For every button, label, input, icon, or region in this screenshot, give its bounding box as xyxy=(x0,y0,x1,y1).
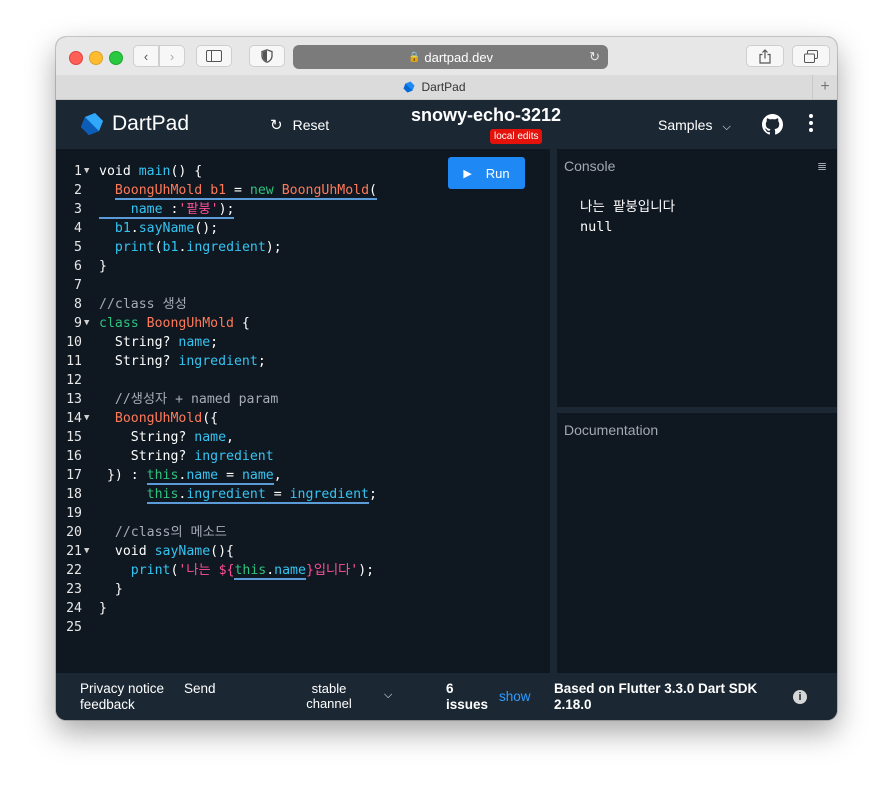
console-title: Console xyxy=(564,158,616,174)
code-line: print(b1.ingredient); xyxy=(114,240,282,255)
channel-label-line2: channel xyxy=(306,696,352,711)
privacy-shield-button[interactable] xyxy=(249,45,285,67)
more-options-icon[interactable] xyxy=(808,114,814,135)
github-icon xyxy=(762,114,783,135)
code-line: } xyxy=(99,601,107,616)
reset-label: Reset xyxy=(292,117,330,133)
zoom-window-button[interactable] xyxy=(109,51,123,65)
dartpad-logo[interactable]: DartPad xyxy=(80,112,189,136)
sdk-version-line2: 2.18.0 xyxy=(554,697,592,712)
tabs-icon xyxy=(804,49,818,63)
code-line: }) : this.name = name, xyxy=(99,468,282,485)
code-line: //class 생성 xyxy=(99,297,187,312)
project-title: snowy-echo-3212 xyxy=(410,105,562,125)
gutter-row: 25 xyxy=(56,618,550,637)
code-line: this.ingredient = ingredient; xyxy=(146,487,377,504)
code-line: String? name; xyxy=(99,335,219,350)
back-button[interactable]: ‹ xyxy=(133,45,159,67)
tab-bar: DartPad + xyxy=(56,75,837,100)
code-line: //class의 메소드 xyxy=(99,525,227,540)
gutter-row: 12 xyxy=(56,371,550,390)
code-line: String? name, xyxy=(99,430,234,445)
code-line: BoongUhMold({ xyxy=(114,411,219,426)
documentation-panel: Documentation xyxy=(557,413,837,673)
code-line: String? ingredient xyxy=(99,449,274,464)
code-line: class BoongUhMold { xyxy=(99,316,250,331)
share-icon xyxy=(759,48,771,64)
gutter-row: 19 xyxy=(56,504,550,523)
channel-label-line1: stable xyxy=(311,681,347,696)
code-line: //생성자 + named param xyxy=(99,392,279,407)
feedback-link-label[interactable]: feedback xyxy=(80,697,135,713)
code-line: void sayName(){ xyxy=(99,544,234,559)
line-number: 7 xyxy=(74,278,82,293)
issues-count: 6 xyxy=(446,681,454,696)
privacy-notice-link[interactable]: Privacy notice xyxy=(80,681,164,697)
reset-button[interactable]: ↻ Reset xyxy=(270,116,329,134)
address-text: dartpad.dev xyxy=(424,49,494,65)
close-window-button[interactable] xyxy=(69,51,83,65)
app-header: DartPad ↻ Reset snowy-echo-3212 local ed… xyxy=(56,100,837,149)
browser-window: ‹ › 🔒 dartpad.dev ↻ DartPad + DartPad ↻ … xyxy=(56,37,837,720)
info-icon[interactable]: i xyxy=(793,690,807,704)
samples-dropdown[interactable]: Samples ⌵ xyxy=(658,117,731,134)
channel-selector[interactable]: stable channel xyxy=(304,681,354,711)
code-line: String? ingredient; xyxy=(99,354,266,369)
tab-title: DartPad xyxy=(421,80,466,94)
code-line: name :'팥붕'); xyxy=(56,200,550,219)
chevron-down-icon: ⌵ xyxy=(722,121,731,133)
code-line: } xyxy=(99,582,123,597)
new-tab-button[interactable]: + xyxy=(812,75,837,99)
code-line: } xyxy=(99,259,107,274)
sidebar-toggle-button[interactable] xyxy=(196,45,232,67)
line-number: 12 xyxy=(66,373,82,388)
reload-icon[interactable]: ↻ xyxy=(589,49,600,65)
run-button[interactable]: ▶ Run xyxy=(448,157,525,189)
dart-favicon-icon xyxy=(403,81,415,93)
issues-label: issues xyxy=(446,697,489,712)
console-output: 나는 팥붕입니다 null xyxy=(580,199,676,235)
browser-toolbar: ‹ › 🔒 dartpad.dev ↻ xyxy=(56,37,837,76)
documentation-title: Documentation xyxy=(564,422,659,438)
forward-button[interactable]: › xyxy=(159,45,185,67)
clear-console-icon[interactable]: ≣ xyxy=(817,159,827,173)
vertical-splitter[interactable] xyxy=(550,149,557,673)
line-number: 19 xyxy=(66,506,82,521)
tab-dartpad[interactable]: DartPad xyxy=(56,75,813,99)
show-issues-button[interactable]: show xyxy=(499,689,531,705)
samples-label: Samples xyxy=(658,117,713,133)
sidebar-icon xyxy=(206,50,222,62)
shield-icon xyxy=(261,49,273,63)
address-bar[interactable]: 🔒 dartpad.dev ↻ xyxy=(293,45,608,69)
logo-text: DartPad xyxy=(112,112,190,135)
code-line: print('나는 ${this.name}입니다'); xyxy=(130,563,375,580)
chevron-right-icon: › xyxy=(169,48,175,64)
tabs-overview-button[interactable] xyxy=(792,45,830,67)
local-edits-badge: local edits xyxy=(490,129,543,144)
dart-logo-icon xyxy=(81,113,103,135)
plus-icon: + xyxy=(820,78,830,95)
lock-icon: 🔒 xyxy=(407,51,421,63)
send-feedback-link[interactable]: Send xyxy=(184,681,216,697)
chevron-left-icon: ‹ xyxy=(143,48,149,64)
github-button[interactable] xyxy=(762,114,783,140)
line-number: 25 xyxy=(66,620,82,635)
code-editor[interactable]: 1 ▼ 2 3 4 5 6 7 8 9 ▼ 10 11 12 13 14 ▼ 15 16 17 18 19 20 21 ▼ 22 2… xyxy=(56,149,550,673)
share-button[interactable] xyxy=(746,45,784,67)
chevron-down-icon[interactable]: ⌵ xyxy=(384,687,392,703)
footer: Privacy notice Send feedback stable chan… xyxy=(56,673,837,720)
play-icon: ▶ xyxy=(463,167,472,180)
minimize-window-button[interactable] xyxy=(89,51,103,65)
code-line: b1.sayName(); xyxy=(114,221,219,236)
sdk-version-line1: Based on Flutter 3.3.0 Dart SDK xyxy=(554,681,758,696)
gutter-row: 7 xyxy=(56,276,550,295)
console-panel: Console ≣ 나는 팥붕입니다 null xyxy=(557,149,837,407)
refresh-icon: ↻ xyxy=(270,117,283,134)
run-label: Run xyxy=(485,165,510,181)
